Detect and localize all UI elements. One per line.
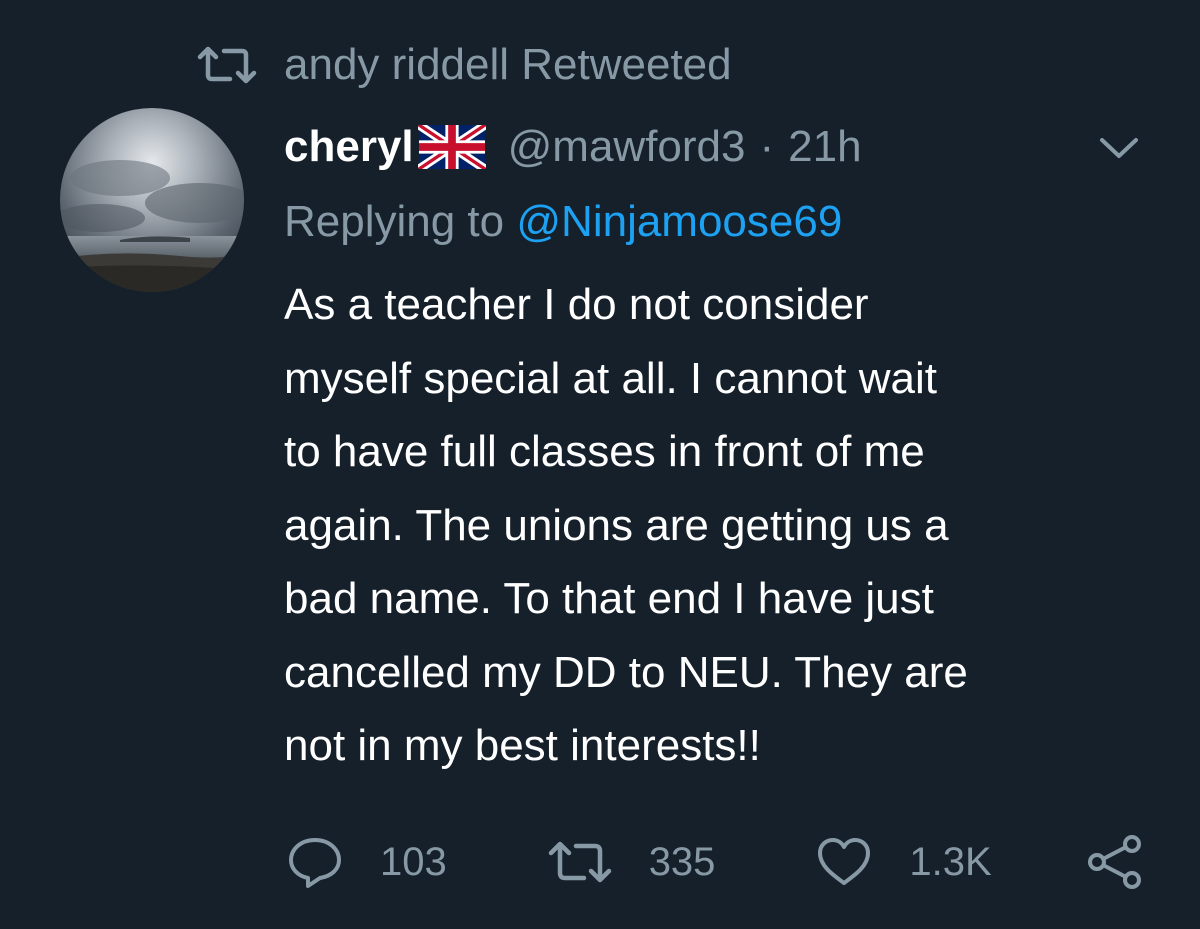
- avatar-image: [60, 108, 244, 292]
- retweet-count: 335: [648, 839, 716, 884]
- like-count: 1.3K: [909, 839, 992, 884]
- replying-to-mention[interactable]: @Ninjamoose69: [516, 197, 842, 246]
- separator-dot: ·: [759, 122, 775, 171]
- display-name[interactable]: cheryl: [284, 122, 414, 172]
- user-handle[interactable]: @mawford3: [508, 122, 746, 172]
- heart-icon: [818, 838, 871, 885]
- tweet-content: cheryl @mawford3 · 21h Replying to @Ninj…: [284, 116, 1164, 783]
- tweet-text: As a teacher I do not consider myself sp…: [284, 268, 1144, 783]
- tweet-text-line: bad name. To that end I have just: [284, 574, 934, 623]
- retweet-context-text: andy riddell Retweeted: [284, 40, 732, 89]
- share-icon: [1088, 835, 1141, 889]
- reply-icon: [289, 838, 341, 888]
- uk-flag-icon: [417, 125, 486, 169]
- tweet-text-line: again. The unions are getting us a: [284, 500, 949, 550]
- retweet-context[interactable]: andy riddell Retweeted: [196, 40, 732, 90]
- like-button[interactable]: 1.3K: [815, 835, 1084, 889]
- tweet-actions: 103 335 1.3K: [286, 832, 1146, 892]
- share-button[interactable]: [1084, 833, 1146, 891]
- tweet-text-line: to have full classes in front of me: [284, 427, 925, 476]
- timestamp[interactable]: 21h: [788, 122, 861, 172]
- tweet-text-line: cancelled my DD to NEU. They are: [284, 647, 968, 697]
- tweet-text-line: not in my best interests!!: [284, 721, 761, 770]
- avatar[interactable]: [60, 108, 244, 292]
- reply-button[interactable]: 103: [286, 834, 547, 890]
- reply-count: 103: [380, 839, 447, 884]
- tweet-header: cheryl @mawford3 · 21h: [284, 116, 1164, 178]
- tweet-text-line: myself special at all. I cannot wait: [284, 353, 937, 403]
- replying-to-prefix: Replying to: [284, 197, 505, 246]
- replying-to: Replying to @Ninjamoose69: [284, 194, 1164, 250]
- tweet-text-line: As a teacher I do not consider: [284, 280, 869, 329]
- retweet-icon: [197, 46, 257, 84]
- tweet-card[interactable]: andy riddell Retweeted cheryl @mawford3 …: [0, 0, 1200, 929]
- retweet-icon: [548, 841, 611, 883]
- retweet-button[interactable]: 335: [547, 840, 816, 885]
- chevron-down-icon[interactable]: [1096, 130, 1142, 166]
